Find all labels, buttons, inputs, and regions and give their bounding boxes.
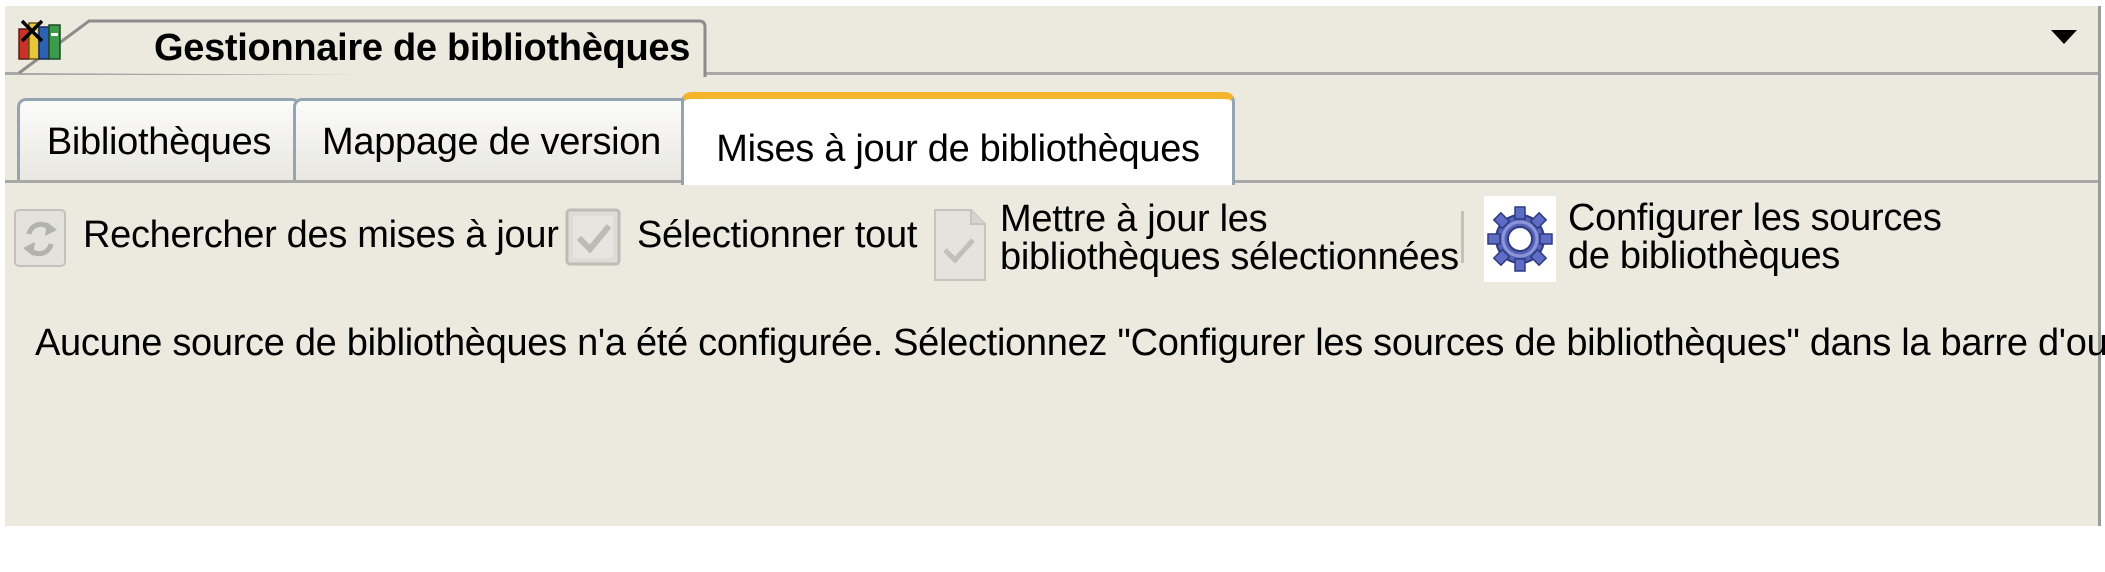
gear-icon[interactable] bbox=[1484, 196, 1556, 282]
refresh-icon[interactable] bbox=[11, 204, 71, 270]
no-sources-message: Aucune source de bibliothèques n'a été c… bbox=[35, 322, 2105, 364]
update-label-line2: bibliothèques sélectionnées bbox=[1000, 236, 1459, 278]
tab-bibliotheques[interactable]: Bibliothèques bbox=[17, 98, 301, 180]
chevron-down-icon[interactable] bbox=[2049, 26, 2079, 48]
configure-label-line1: Configurer les sources bbox=[1568, 197, 1942, 239]
library-manager-panel: Gestionnaire de bibliothèques Bibliothèq… bbox=[5, 6, 2105, 526]
doc-tab-library-manager[interactable]: Gestionnaire de bibliothèques bbox=[17, 15, 707, 77]
update-selected-button[interactable]: Mettre à jour les bibliothèques sélectio… bbox=[1000, 200, 1459, 276]
doc-tab-title: Gestionnaire de bibliothèques bbox=[154, 27, 691, 69]
tab-mises-a-jour[interactable]: Mises à jour de bibliothèques bbox=[681, 92, 1235, 185]
update-label-line1: Mettre à jour les bbox=[1000, 198, 1268, 240]
tab-mappage-de-version[interactable]: Mappage de version bbox=[293, 98, 690, 180]
configure-label-line2: de bibliothèques bbox=[1568, 235, 1840, 277]
close-icon[interactable] bbox=[17, 15, 47, 45]
checkbox-icon[interactable] bbox=[563, 206, 625, 268]
toolbar-separator bbox=[1461, 211, 1464, 263]
search-updates-button[interactable]: Rechercher des mises à jour bbox=[83, 216, 559, 254]
configure-sources-button[interactable]: Configurer les sources de bibliothèques bbox=[1568, 199, 1942, 275]
select-all-button[interactable]: Sélectionner tout bbox=[637, 216, 917, 254]
document-check-icon[interactable] bbox=[929, 202, 991, 284]
